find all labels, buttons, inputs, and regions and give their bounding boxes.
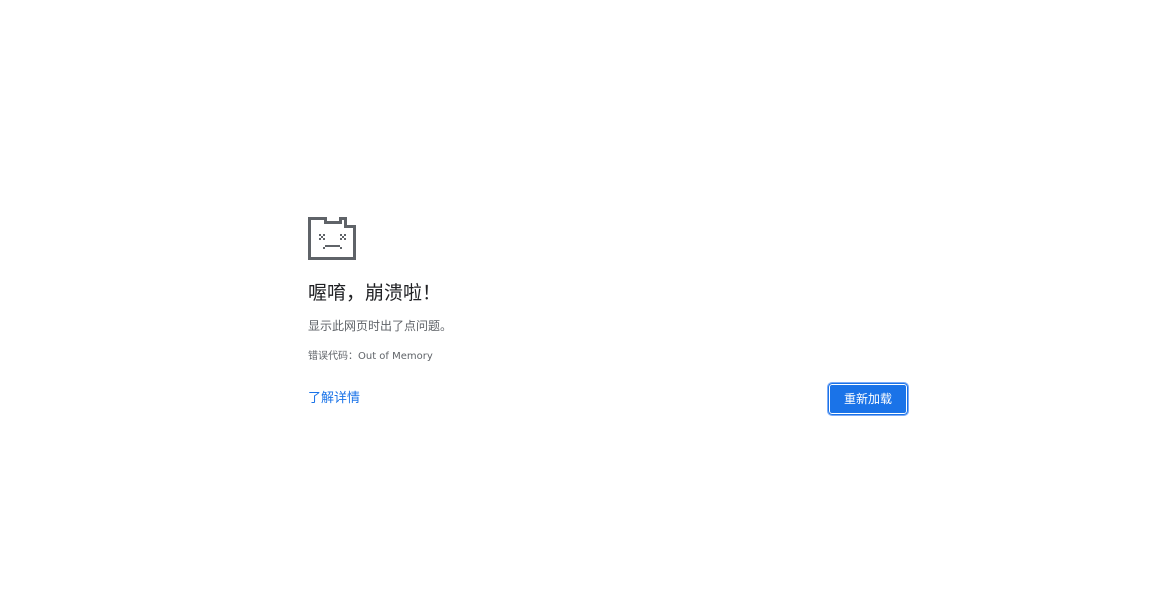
sad-tab-icon — [308, 216, 356, 260]
learn-more-link[interactable]: 了解详情 — [308, 390, 360, 408]
crash-title: 喔唷，崩溃啦！ — [308, 282, 442, 304]
reload-button[interactable]: 重新加载 — [827, 382, 909, 416]
crash-message: 显示此网页时出了点问题。 — [308, 319, 453, 333]
error-code: 错误代码：Out of Memory — [308, 351, 433, 362]
